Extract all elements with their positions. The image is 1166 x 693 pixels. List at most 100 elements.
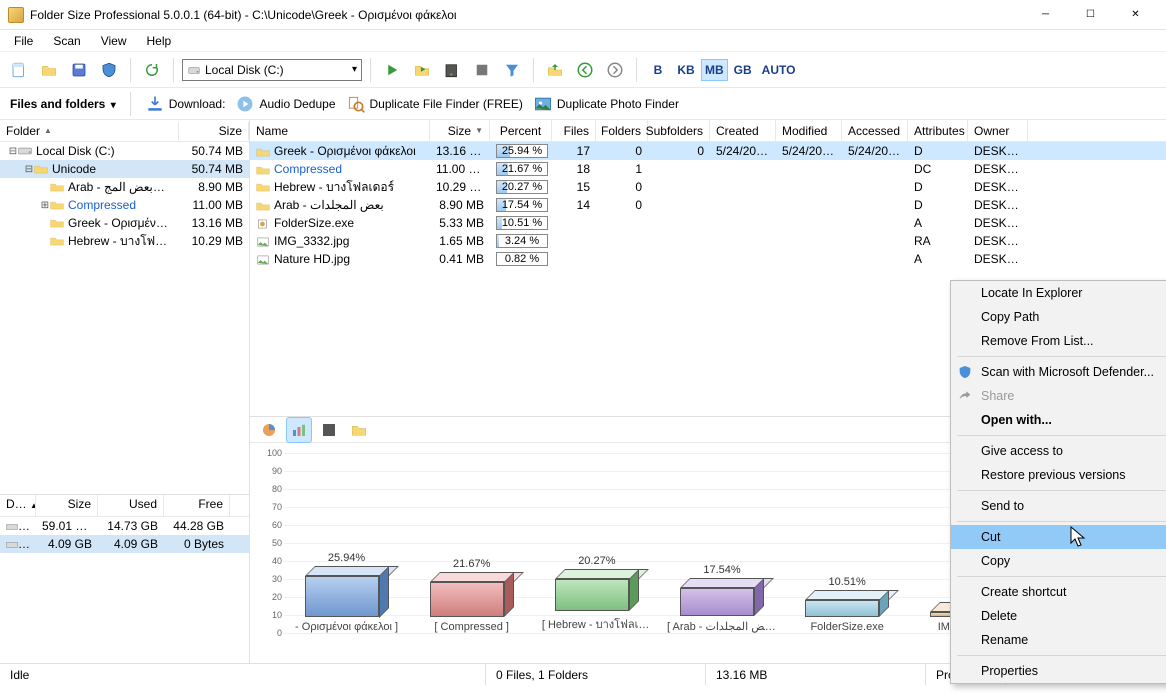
chart-bar: 20.27%[ Hebrew - บางโฟลเดอร์ ] bbox=[534, 555, 659, 633]
context-delete[interactable]: Delete bbox=[951, 604, 1166, 628]
window-title: Folder Size Professional 5.0.0.1 (64-bit… bbox=[30, 8, 457, 22]
chart-bar: 25.94%- Ορισμένοι φάκελοι ] bbox=[284, 552, 409, 634]
open-button[interactable] bbox=[36, 57, 62, 83]
main-toolbar: Local Disk (C:) ▾ BKBMBGBAUTO bbox=[0, 52, 1166, 88]
list-header-percent[interactable]: Percent bbox=[490, 120, 552, 141]
menu-scan[interactable]: Scan bbox=[45, 32, 88, 50]
context-open-with-[interactable]: Open with... bbox=[951, 408, 1166, 432]
unit-kb-button[interactable]: KB bbox=[673, 59, 699, 81]
list-header-folders[interactable]: Folders bbox=[596, 120, 648, 141]
save-button[interactable] bbox=[66, 57, 92, 83]
unit-auto-button[interactable]: AUTO bbox=[758, 59, 800, 81]
context-scan-with-microsoft-defender-[interactable]: Scan with Microsoft Defender... bbox=[951, 360, 1166, 384]
menu-help[interactable]: Help bbox=[139, 32, 180, 50]
chart-view3-button[interactable] bbox=[316, 417, 342, 443]
list-header-files[interactable]: Files bbox=[552, 120, 596, 141]
sort-asc-icon: ▲ bbox=[44, 126, 52, 135]
context-create-shortcut[interactable]: Create shortcut bbox=[951, 580, 1166, 604]
tree-header-folder[interactable]: Folder▲ bbox=[0, 122, 179, 140]
app-icon bbox=[8, 7, 24, 23]
forward-button[interactable] bbox=[602, 57, 628, 83]
unit-mb-button[interactable]: MB bbox=[701, 59, 728, 81]
minimize-button[interactable]: ─ bbox=[1023, 0, 1068, 30]
expand-icon[interactable]: ⊟ bbox=[8, 146, 18, 157]
up-button[interactable] bbox=[542, 57, 568, 83]
list-row[interactable]: IMG_3332.jpg1.65 MB3.24 %RADESKTO… bbox=[250, 232, 1166, 250]
list-header-created[interactable]: Created bbox=[710, 120, 776, 141]
drive-row[interactable]: …4.09 GB4.09 GB0 Bytes bbox=[0, 535, 249, 553]
menu-file[interactable]: File bbox=[6, 32, 41, 50]
tree-header: Folder▲ Size bbox=[0, 120, 249, 142]
tree-row[interactable]: Arab - بعض المج…8.90 MB bbox=[0, 178, 249, 196]
list-header-modified[interactable]: Modified bbox=[776, 120, 842, 141]
refresh-button[interactable] bbox=[139, 57, 165, 83]
list-row[interactable]: FolderSize.exe5.33 MB10.51 %ADESKTO… bbox=[250, 214, 1166, 232]
back-button[interactable] bbox=[572, 57, 598, 83]
list-header-accessed[interactable]: Accessed bbox=[842, 120, 908, 141]
tree-row[interactable]: ⊞Compressed11.00 MB bbox=[0, 196, 249, 214]
new-scan-button[interactable] bbox=[6, 57, 32, 83]
list-row[interactable]: Greek - Ορισμένοι φάκελοι13.16 MB25.94 %… bbox=[250, 142, 1166, 160]
context-menu[interactable]: Locate In ExplorerCopy PathRemove From L… bbox=[950, 280, 1166, 684]
audio-dedupe-link[interactable]: Audio Dedupe bbox=[235, 94, 335, 114]
drives-list[interactable]: L…59.01 GB14.73 GB44.28 GB …4.09 GB4.09 … bbox=[0, 517, 249, 553]
status-idle: Idle bbox=[0, 664, 486, 685]
chart-pie-button[interactable] bbox=[256, 417, 282, 443]
unit-gb-button[interactable]: GB bbox=[730, 59, 756, 81]
unit-b-button[interactable]: B bbox=[645, 59, 671, 81]
list-header-subfolders[interactable]: Subfolders bbox=[648, 120, 710, 141]
expand-icon[interactable]: ⊟ bbox=[24, 164, 34, 175]
context-send-to[interactable]: Send to bbox=[951, 494, 1166, 518]
menu-view[interactable]: View bbox=[93, 32, 135, 50]
context-restore-previous-versions[interactable]: Restore previous versions bbox=[951, 463, 1166, 487]
tree-row[interactable]: Hebrew - บางโฟ…10.29 MB bbox=[0, 232, 249, 250]
play-button[interactable] bbox=[379, 57, 405, 83]
list-row[interactable]: Hebrew - บางโฟลเดอร์10.29 MB20.27 %150DD… bbox=[250, 178, 1166, 196]
context-properties[interactable]: Properties bbox=[951, 659, 1166, 683]
expand-icon[interactable]: ⊞ bbox=[40, 200, 50, 211]
chart-bar-button[interactable] bbox=[286, 417, 312, 443]
audio-icon bbox=[235, 94, 255, 114]
tree-row[interactable]: ⊟Unicode50.74 MB bbox=[0, 160, 249, 178]
list-header-size[interactable]: Size▼ bbox=[430, 120, 490, 141]
shield-button[interactable] bbox=[96, 57, 122, 83]
stop-button[interactable] bbox=[469, 57, 495, 83]
chart-bar: 17.54%[ Arab - بعض المجلدات ] bbox=[659, 564, 784, 633]
drive-combo-label: Local Disk (C:) bbox=[205, 63, 284, 77]
drives-header-col[interactable]: Size bbox=[36, 495, 98, 516]
close-button[interactable]: ✕ bbox=[1113, 0, 1158, 30]
drives-header-col[interactable]: Used bbox=[98, 495, 164, 516]
context-remove-from-list-[interactable]: Remove From List... bbox=[951, 329, 1166, 353]
scan-drive-button[interactable] bbox=[439, 57, 465, 83]
maximize-button[interactable]: ☐ bbox=[1068, 0, 1113, 30]
folder-tree[interactable]: ⊟Local Disk (C:)50.74 MB⊟Unicode50.74 MB… bbox=[0, 142, 249, 494]
scan-folder-button[interactable] bbox=[409, 57, 435, 83]
chart-bar: 21.67%[ Compressed ] bbox=[409, 558, 534, 633]
dup-photo-finder-link[interactable]: Duplicate Photo Finder bbox=[533, 94, 679, 114]
drives-header-col[interactable]: D… ▲ bbox=[0, 495, 36, 516]
context-give-access-to[interactable]: Give access to bbox=[951, 439, 1166, 463]
list-header-name[interactable]: Name bbox=[250, 120, 430, 141]
files-folders-dropdown[interactable]: Files and folders ▾ bbox=[10, 97, 116, 111]
list-row[interactable]: Nature HD.jpg0.41 MB0.82 %ADESKTO… bbox=[250, 250, 1166, 268]
context-cut[interactable]: Cut bbox=[951, 525, 1166, 549]
context-copy[interactable]: Copy bbox=[951, 549, 1166, 573]
list-header-attributes[interactable]: Attributes bbox=[908, 120, 968, 141]
drives-header: D… ▲SizeUsedFree bbox=[0, 495, 249, 517]
drive-row[interactable]: L…59.01 GB14.73 GB44.28 GB bbox=[0, 517, 249, 535]
chart-view4-button[interactable] bbox=[346, 417, 372, 443]
context-locate-in-explorer[interactable]: Locate In Explorer bbox=[951, 281, 1166, 305]
context-copy-path[interactable]: Copy Path bbox=[951, 305, 1166, 329]
tree-header-size[interactable]: Size bbox=[179, 122, 249, 140]
tree-row[interactable]: ⊟Local Disk (C:)50.74 MB bbox=[0, 142, 249, 160]
dup-file-finder-link[interactable]: Duplicate File Finder (FREE) bbox=[346, 94, 523, 114]
title-bar: Folder Size Professional 5.0.0.1 (64-bit… bbox=[0, 0, 1166, 30]
filter-button[interactable] bbox=[499, 57, 525, 83]
list-header-owner[interactable]: Owner bbox=[968, 120, 1028, 141]
drives-header-col[interactable]: Free bbox=[164, 495, 230, 516]
list-row[interactable]: Arab - بعض المجلدات8.90 MB17.54 %140DDES… bbox=[250, 196, 1166, 214]
context-rename[interactable]: Rename bbox=[951, 628, 1166, 652]
drive-combo[interactable]: Local Disk (C:) ▾ bbox=[182, 59, 362, 81]
list-row[interactable]: Compressed11.00 MB21.67 %181DCDESKTO… bbox=[250, 160, 1166, 178]
tree-row[interactable]: Greek - Ορισμέν…13.16 MB bbox=[0, 214, 249, 232]
